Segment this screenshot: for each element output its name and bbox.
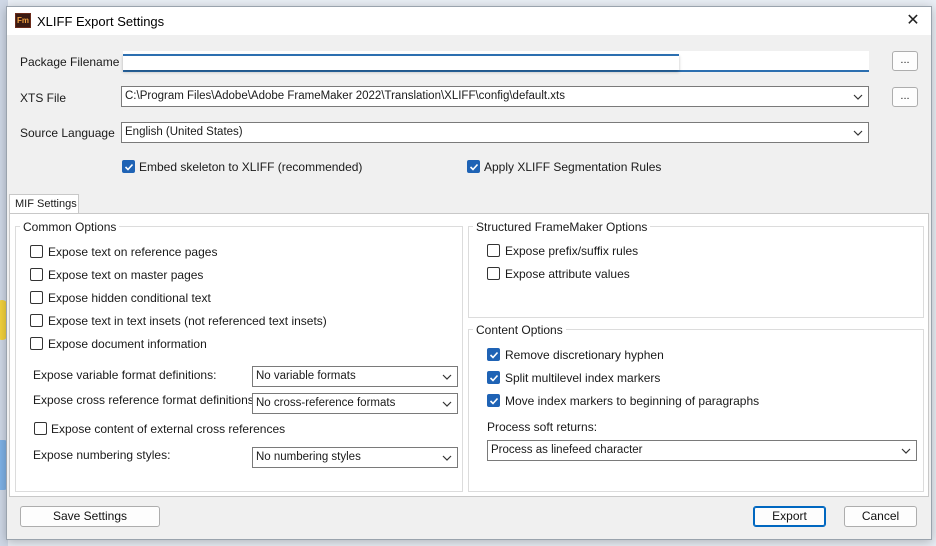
export-button[interactable]: Export [753, 506, 826, 527]
expose-attribute-values-label: Expose attribute values [505, 267, 630, 281]
soft-returns-combo[interactable]: Process as linefeed character [487, 440, 917, 461]
expose-reference-pages-label: Expose text on reference pages [48, 245, 218, 259]
tab-mif-settings[interactable]: MIF Settings [9, 194, 79, 214]
save-settings-button[interactable]: Save Settings [20, 506, 160, 527]
expose-document-info-checkbox[interactable] [30, 337, 43, 350]
soft-returns-value: Process as linefeed character [491, 444, 643, 456]
chevron-down-icon [853, 130, 863, 136]
xts-file-value: C:\Program Files\Adobe\Adobe FrameMaker … [125, 90, 565, 102]
chevron-down-icon [853, 94, 863, 100]
numbering-styles-label: Expose numbering styles: [33, 448, 171, 462]
dialog-title: XLIFF Export Settings [37, 14, 165, 29]
content-options-title: Content Options [473, 323, 566, 337]
move-index-markers-label: Move index markers to beginning of parag… [505, 394, 760, 408]
package-browse-button[interactable]: ... [892, 51, 918, 71]
close-icon[interactable]: ✕ [899, 9, 927, 33]
variable-formats-value: No variable formats [256, 370, 356, 382]
expose-text-insets-label: Expose text in text insets (not referenc… [48, 314, 327, 328]
variable-formats-label: Expose variable format definitions: [33, 368, 217, 382]
checkmark-icon [489, 351, 499, 359]
chevron-down-icon [442, 401, 452, 407]
source-language-combo[interactable]: English (United States) [121, 122, 869, 143]
variable-formats-combo[interactable]: No variable formats [252, 366, 458, 387]
apply-segmentation-label: Apply XLIFF Segmentation Rules [484, 160, 662, 174]
expose-reference-pages-checkbox[interactable] [30, 245, 43, 258]
expose-master-pages-label: Expose text on master pages [48, 268, 204, 282]
embed-skeleton-checkbox[interactable] [122, 160, 135, 173]
structured-options-title: Structured FrameMaker Options [473, 220, 651, 234]
checkmark-icon [489, 374, 499, 382]
xts-file-label: XTS File [20, 91, 67, 105]
xliff-export-dialog: Fm XLIFF Export Settings ✕ Package Filen… [6, 6, 932, 540]
cancel-button[interactable]: Cancel [844, 506, 917, 527]
split-index-markers-label: Split multilevel index markers [505, 371, 661, 385]
remove-hyphen-checkbox[interactable] [487, 348, 500, 361]
remove-hyphen-label: Remove discretionary hyphen [505, 348, 664, 362]
xts-browse-button[interactable]: ... [892, 87, 918, 107]
mif-settings-panel: Common Options Expose text on reference … [9, 213, 929, 497]
expose-master-pages-checkbox[interactable] [30, 268, 43, 281]
checkmark-icon [469, 163, 479, 171]
source-language-value: English (United States) [125, 126, 243, 138]
xref-formats-label: Expose cross reference format definition… [33, 393, 258, 407]
title-bar: Fm XLIFF Export Settings ✕ [7, 7, 931, 35]
chevron-down-icon [901, 448, 911, 454]
embed-skeleton-label: Embed skeleton to XLIFF (recommended) [139, 160, 363, 174]
checkmark-icon [489, 397, 499, 405]
expose-hidden-conditional-checkbox[interactable] [30, 291, 43, 304]
external-xref-checkbox[interactable] [34, 422, 47, 435]
expose-attribute-values-checkbox[interactable] [487, 267, 500, 280]
chevron-down-icon [442, 374, 452, 380]
expose-document-info-label: Expose document information [48, 337, 207, 351]
numbering-styles-value: No numbering styles [256, 451, 361, 463]
move-index-markers-checkbox[interactable] [487, 394, 500, 407]
common-options-title: Common Options [20, 220, 120, 234]
xref-formats-value: No cross-reference formats [256, 397, 396, 409]
checkmark-icon [124, 163, 134, 171]
package-filename-label: Package Filename [20, 55, 120, 69]
xts-file-combo[interactable]: C:\Program Files\Adobe\Adobe FrameMaker … [121, 86, 869, 107]
expose-prefix-suffix-label: Expose prefix/suffix rules [505, 244, 639, 258]
xref-formats-combo[interactable]: No cross-reference formats [252, 393, 458, 414]
chevron-down-icon [442, 455, 452, 461]
numbering-styles-combo[interactable]: No numbering styles [252, 447, 458, 468]
framemaker-app-icon: Fm [15, 13, 31, 28]
expose-prefix-suffix-checkbox[interactable] [487, 244, 500, 257]
expose-text-insets-checkbox[interactable] [30, 314, 43, 327]
autocomplete-overlay [123, 54, 679, 70]
external-xref-label: Expose content of external cross referen… [51, 422, 286, 436]
source-language-label: Source Language [20, 126, 115, 140]
soft-returns-label: Process soft returns: [487, 420, 598, 434]
expose-hidden-conditional-label: Expose hidden conditional text [48, 291, 211, 305]
split-index-markers-checkbox[interactable] [487, 371, 500, 384]
apply-segmentation-checkbox[interactable] [467, 160, 480, 173]
